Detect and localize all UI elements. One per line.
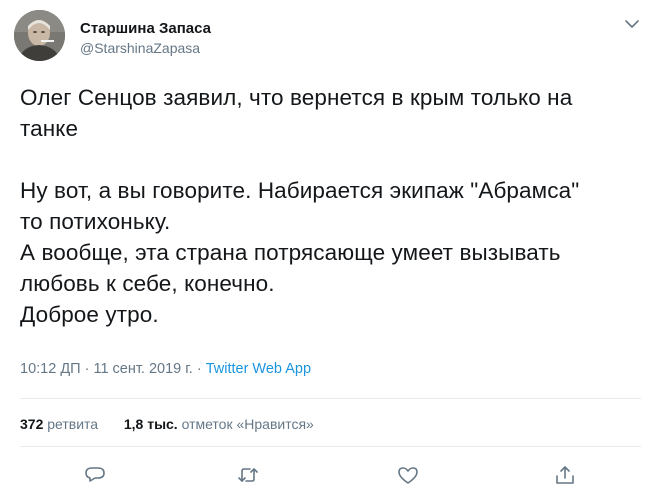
meta-separator: ·	[84, 361, 90, 377]
tweet-line: Олег Сенцов заявил, что вернется в крым …	[20, 85, 573, 110]
display-name[interactable]: Старшина Запаса	[80, 20, 211, 37]
share-icon[interactable]	[552, 462, 578, 488]
retweets-stat[interactable]: 372 ретвита	[20, 416, 98, 432]
tweet-source-link[interactable]: Twitter Web App	[206, 361, 311, 377]
divider	[20, 446, 641, 447]
profile-photo-icon	[14, 10, 65, 61]
likes-stat[interactable]: 1,8 тыс. отметок «Нравится»	[124, 416, 314, 432]
tweet-time[interactable]: 10:12 ДП	[20, 361, 81, 377]
tweet-meta: 10:12 ДП · 11 сент. 2019 г. · Twitter We…	[20, 361, 311, 377]
heart-icon[interactable]	[395, 462, 421, 488]
chevron-down-icon[interactable]	[622, 14, 642, 34]
likes-label: отметок «Нравится»	[181, 416, 314, 432]
retweet-icon[interactable]	[235, 462, 261, 488]
retweets-count: 372	[20, 416, 44, 432]
tweet-line: А вообще, эта страна потрясающе умеет вы…	[20, 240, 561, 265]
meta-separator: ·	[196, 361, 202, 377]
tweet-card: Старшина Запаса @StarshinaZapasa Олег Се…	[0, 0, 661, 504]
tweet-stats: 372 ретвита 1,8 тыс. отметок «Нравится»	[20, 416, 314, 432]
tweet-line: то потихоньку.	[20, 209, 171, 234]
tweet-text: Олег Сенцов заявил, что вернется в крым …	[20, 82, 650, 330]
likes-count: 1,8 тыс.	[123, 416, 178, 432]
tweet-date[interactable]: 11 сент. 2019 г.	[93, 361, 192, 377]
reply-icon[interactable]	[82, 462, 108, 488]
tweet-line: Доброе утро.	[20, 302, 159, 327]
action-bar	[0, 462, 661, 492]
tweet-line: танке	[20, 116, 79, 141]
avatar[interactable]	[14, 10, 65, 61]
divider	[20, 398, 641, 399]
retweets-label: ретвита	[47, 416, 99, 432]
tweet-line: любовь к себе, конечно.	[20, 271, 275, 296]
tweet-line: Ну вот, а вы говорите. Набирается экипаж…	[20, 178, 580, 203]
user-handle[interactable]: @StarshinaZapasa	[80, 40, 200, 56]
